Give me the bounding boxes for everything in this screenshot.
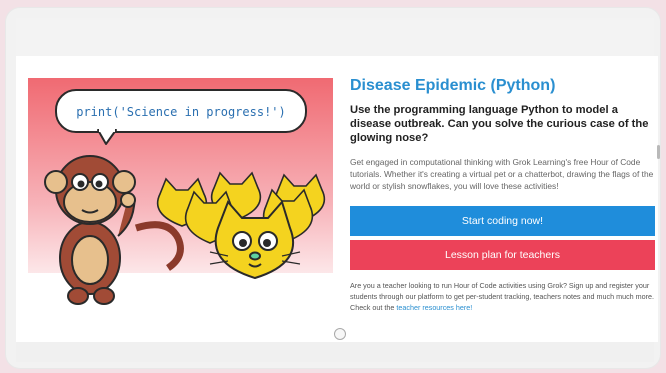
activity-title[interactable]: Disease Epidemic (Python) bbox=[350, 76, 655, 96]
scrollbar-thumb[interactable] bbox=[657, 145, 660, 159]
teacher-resources-link[interactable]: teacher resources here! bbox=[396, 303, 472, 312]
activity-info: Disease Epidemic (Python) Use the progra… bbox=[350, 76, 655, 313]
teacher-note: Are you a teacher looking to run Hour of… bbox=[350, 280, 655, 313]
activity-description: Get engaged in computational thinking wi… bbox=[350, 157, 654, 191]
start-coding-button[interactable]: Start coding now! bbox=[350, 206, 655, 236]
code-snippet: print('Science in progress!') bbox=[76, 105, 286, 119]
bottom-bar bbox=[16, 342, 654, 362]
top-bar bbox=[16, 18, 654, 57]
carousel-indicator[interactable] bbox=[334, 328, 346, 340]
hero-illustration: print('Science in progress!') bbox=[28, 78, 333, 305]
activity-subtitle: Use the programming language Python to m… bbox=[350, 104, 649, 144]
lesson-plan-button[interactable]: Lesson plan for teachers bbox=[350, 240, 655, 270]
